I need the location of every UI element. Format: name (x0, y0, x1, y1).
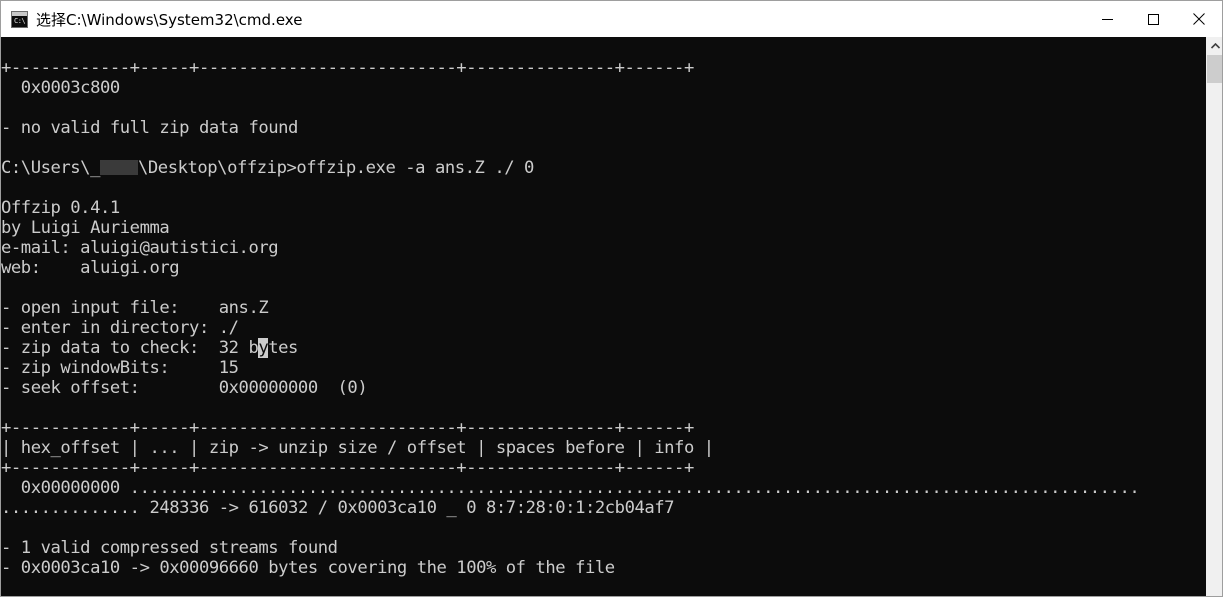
prompt-command: offzip.exe -a ans.Z ./ 0 (296, 158, 534, 178)
window-title: 选择C:\Windows\System32\cmd.exe (36, 10, 303, 29)
title-bar-left: C:\ 选择C:\Windows\System32\cmd.exe (1, 9, 1084, 30)
window-controls (1084, 1, 1222, 37)
prompt-path-suffix: \Desktop\offzip> (138, 158, 297, 178)
console-banner-name: Offzip 0.4.1 (1, 198, 120, 218)
console-line-blank (1, 278, 1206, 298)
cmd-icon: C:\ (11, 10, 28, 28)
console-table-header: | hex_offset | ... | zip -> unzip size /… (1, 438, 714, 458)
row-dots: ........................................… (129, 478, 1140, 498)
console-param-line: - open input file: ans.Z (1, 298, 269, 318)
console-param-line: - zip windowBits: 15 (1, 358, 239, 378)
cmd-icon-glyph: C:\ (14, 16, 26, 25)
console-param-line-with-cursor: - zip data to check: 32 bytes (1, 338, 1206, 358)
cmd-window: C:\ 选择C:\Windows\System32\cmd.exe +-----… (0, 0, 1223, 597)
console-line-blank (1, 138, 1206, 158)
console-line: - no valid full zip data found (1, 118, 298, 138)
row-wrap-dots: .............. (1, 498, 140, 518)
console-param-line: - seek offset: 0x00000000 (0) (1, 378, 368, 398)
prompt-path-prefix: C:\Users\ (1, 158, 91, 178)
console-text: +------------+-----+--------------------… (1, 37, 1206, 596)
minimize-button[interactable] (1084, 1, 1130, 37)
console-line: 0x0003c800 (1, 78, 120, 98)
console-line-blank (1, 398, 1206, 418)
scrollbar-track[interactable] (1207, 83, 1222, 596)
scroll-up-arrow-icon[interactable] (1207, 37, 1222, 54)
console-table-row-wrap: .............. 248336 -> 616032 / 0x0003… (1, 498, 1206, 518)
console-line-blank (1, 98, 1206, 118)
console-banner-author: by Luigi Auriemma (1, 218, 170, 238)
console-param-line: - enter in directory: ./ (1, 318, 239, 338)
row-hex-offset: 0x00000000 (1, 478, 130, 498)
console-table-row: 0x00000000 .............................… (1, 478, 1206, 498)
console-output-area[interactable]: +------------+-----+--------------------… (1, 37, 1222, 596)
redaction-block (100, 160, 138, 175)
title-bar[interactable]: C:\ 选择C:\Windows\System32\cmd.exe (1, 1, 1222, 37)
param-text-after-cursor: tes (268, 338, 298, 358)
prompt-username-redacted: _ (90, 158, 100, 178)
param-text-before-cursor: - zip data to check: 32 b (1, 338, 259, 358)
console-summary-coverage: - 0x0003ca10 -> 0x00096660 bytes coverin… (1, 558, 615, 578)
scrollbar-thumb[interactable] (1207, 55, 1222, 83)
maximize-button[interactable] (1130, 1, 1176, 37)
console-summary-streams: - 1 valid compressed streams found (1, 538, 338, 558)
text-cursor: y (258, 338, 269, 358)
row-values: 248336 -> 616032 / 0x0003ca10 _ 0 8:7:28… (139, 498, 675, 518)
vertical-scrollbar[interactable] (1206, 37, 1222, 596)
console-table-rule-bottom: +------------+-----+--------------------… (1, 458, 694, 478)
close-button[interactable] (1176, 1, 1222, 37)
console-prompt-line: C:\Users\_ \Desktop\offzip>offzip.exe -a … (1, 158, 1206, 178)
console-banner-web: web: aluigi.org (1, 258, 180, 278)
console-line: +------------+-----+--------------------… (1, 58, 694, 78)
console-table-rule-top: +------------+-----+--------------------… (1, 418, 694, 438)
console-line-blank (1, 178, 1206, 198)
console-line-blank (1, 518, 1206, 538)
console-banner-email: e-mail: aluigi@autistici.org (1, 238, 279, 258)
